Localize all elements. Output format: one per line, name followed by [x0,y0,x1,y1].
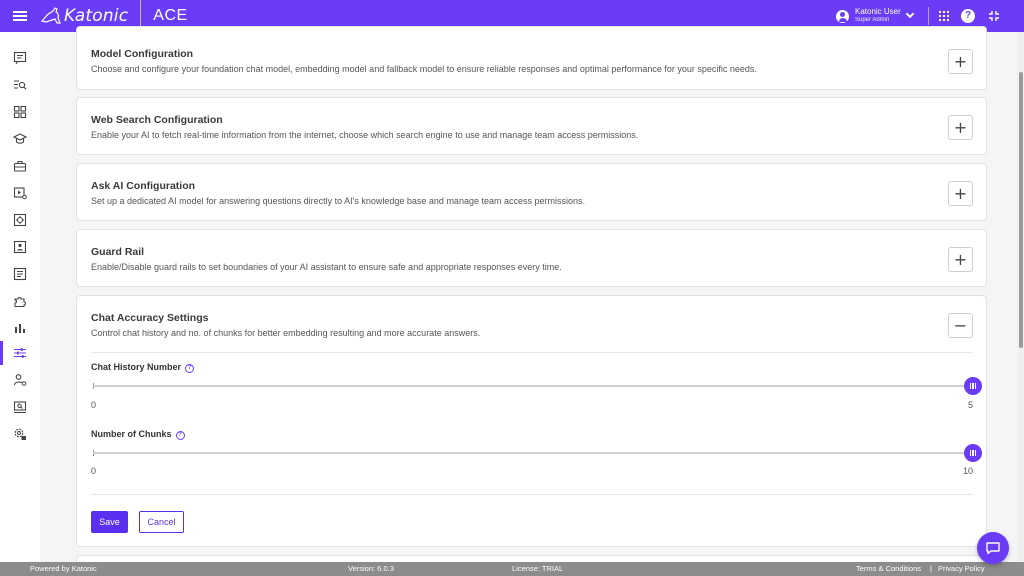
header-divider [928,7,929,25]
search-list-icon [14,80,27,90]
document-list-icon [13,267,27,281]
chat-history-label: Chat History Number? [91,362,195,373]
cancel-button[interactable]: Cancel [139,511,184,533]
card-divider [91,352,973,353]
user-role: Super Admin [855,17,890,24]
target-icon [13,213,27,227]
sidebar-item-targets[interactable] [0,208,40,232]
guard-rail-title: Guard Rail [91,246,145,258]
chat-history-max-label: 5 [968,400,973,410]
chunks-help-icon[interactable]: ? [175,431,185,440]
footer-terms-link[interactable]: Terms & Conditions [856,564,921,573]
footer-powered-by: Powered by Katonic [30,564,97,573]
chat-accuracy-settings-card: Chat Accuracy Settings Control chat hist… [76,295,987,547]
chunks-label: Number of Chunks? [91,429,185,440]
chevron-down-icon [905,9,915,19]
footer: Powered by Katonic Version: 6.0.3 Licens… [0,562,1024,576]
chat-accuracy-settings-title: Chat Accuracy Settings [91,312,209,324]
chunks-max-value: 10 [963,466,974,476]
chat-support-button[interactable] [977,532,1009,564]
sidebar [0,32,40,562]
sidebar-item-dashboard[interactable] [0,100,40,124]
chat-history-help-icon[interactable]: ? [185,364,195,373]
web-search-configuration-description: Enable your AI to fetch real-time inform… [91,130,639,140]
chat-icon [13,51,27,65]
sidebar-item-settings[interactable] [0,341,40,365]
sidebar-item-contacts[interactable] [0,235,40,259]
save-button[interactable]: Save [91,511,128,533]
model-configuration-card: Model Configuration Choose and configure… [76,26,987,90]
model-configuration-title: Model Configuration [91,48,194,60]
sidebar-item-admin[interactable] [0,422,40,446]
ask-ai-configuration-expand-button[interactable]: + [948,181,973,206]
chat-history-slider-thumb[interactable] [964,377,982,395]
ask-ai-configuration-card: Ask AI Configuration Set up a dedicated … [76,163,987,221]
user-settings-icon [13,374,27,386]
toolbox-icon [13,160,27,172]
video-settings-icon [13,187,27,200]
help-icon[interactable]: ? [961,9,975,23]
sidebar-item-plugins[interactable] [0,289,40,313]
collapse-icon[interactable] [988,10,1000,22]
chunks-max-label: 10 [963,466,973,476]
chat-history-slider-track[interactable] [93,385,973,387]
gear-lock-icon [14,428,26,440]
graduation-cap-icon [13,133,27,144]
chunks-slider-track[interactable] [93,452,973,454]
guard-rail-card: Guard Rail Enable/Disable guard rails to… [76,229,987,287]
user-avatar-icon [836,9,849,23]
menu-icon[interactable] [0,0,40,32]
sidebar-item-analytics[interactable] [0,316,40,340]
chat-history-max-value: 5 [968,400,974,410]
kangaroo-logo-icon [40,7,61,24]
web-search-configuration-card: Web Search Configuration Enable your AI … [76,97,987,155]
sidebar-item-users[interactable] [0,368,40,392]
card-divider [91,494,973,495]
chat-bubble-icon [986,542,1000,555]
model-configuration-description: Choose and configure your foundation cha… [91,64,757,74]
guard-rail-expand-button[interactable]: + [948,247,973,272]
chat-history-min-label: 0 [91,400,97,410]
chat-history-label-text: Chat History Number [91,362,182,372]
footer-version: Version: 6.0.3 [348,564,394,573]
web-search-configuration-expand-button[interactable]: + [948,115,973,140]
sidebar-item-monitor[interactable] [0,395,40,419]
sidebar-item-documents[interactable] [0,262,40,286]
user-name: Katonic User [855,7,901,17]
app-name: ACE [153,7,188,24]
logo-text: Katonic [64,6,129,26]
footer-separator: | [930,564,932,573]
footer-license: License: TRIAL [512,564,564,573]
chat-accuracy-settings-description: Control chat history and no. of chunks f… [91,328,481,338]
guard-rail-description: Enable/Disable guard rails to set bounda… [91,262,562,272]
sidebar-item-tools[interactable] [0,154,40,178]
web-search-configuration-title: Web Search Configuration [91,114,223,126]
model-configuration-expand-button[interactable]: + [948,49,973,74]
page-scrollbar-thumb[interactable] [1019,72,1023,348]
chunks-slider-thumb[interactable] [964,444,982,462]
grid-icon [13,105,27,119]
sidebar-item-search[interactable] [0,73,40,97]
puzzle-icon [14,296,27,308]
sidebar-item-learning[interactable] [0,127,40,151]
apps-grid-icon[interactable] [939,11,949,21]
chat-accuracy-settings-collapse-button[interactable]: − [948,313,973,338]
ask-ai-configuration-description: Set up a dedicated AI model for answerin… [91,196,585,206]
chunks-label-text: Number of Chunks [91,429,172,439]
monitor-search-icon [13,401,27,414]
sidebar-item-chat[interactable] [0,46,40,70]
footer-privacy-link[interactable]: Privacy Policy [938,564,985,573]
ask-ai-configuration-title: Ask AI Configuration [91,180,196,192]
bar-chart-icon [15,324,25,333]
chunks-min-label: 0 [91,466,97,476]
contact-card-icon [13,240,27,254]
sliders-icon [14,348,26,358]
sidebar-item-media[interactable] [0,181,40,205]
